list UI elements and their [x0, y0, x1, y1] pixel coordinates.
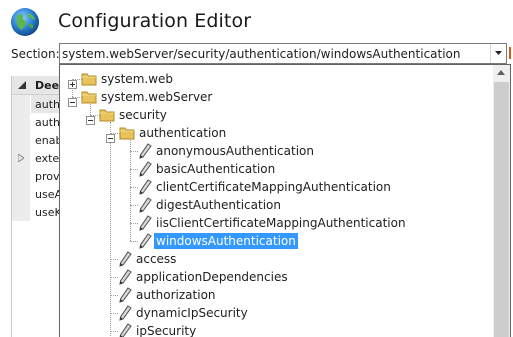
tree-node[interactable]: clientCertificateMappingAuthentication: [60, 178, 490, 196]
tree-connector: [130, 151, 138, 152]
section-label: Section:: [11, 47, 60, 61]
grid-row-label: auth: [35, 98, 60, 111]
grid-row-label: useK: [35, 206, 62, 219]
tree-node[interactable]: windowsAuthentication: [60, 232, 490, 250]
tree-node-label: iisClientCertificateMappingAuthenticatio…: [156, 216, 406, 230]
tree-node-label: authorization: [136, 288, 216, 302]
tree-connector: [110, 331, 118, 332]
tree-node-label: security: [119, 108, 167, 122]
section-dropdown[interactable]: system.web system.webServer security authen…: [59, 64, 511, 337]
tree-node[interactable]: digestAuthentication: [60, 196, 490, 214]
tree-connector: [110, 295, 118, 296]
tree-node-label: basicAuthentication: [156, 162, 276, 176]
tree-node[interactable]: system.web: [60, 70, 490, 89]
tree-node-label: applicationDependencies: [136, 270, 288, 284]
tree-connector: [110, 259, 118, 260]
collapse-triangle-icon[interactable]: [18, 81, 26, 89]
tree-node[interactable]: ipSecurity: [60, 322, 490, 337]
section-pencil-icon: [118, 323, 132, 337]
scroll-up-arrow-icon[interactable]: [493, 65, 510, 82]
tree-node-label: anonymousAuthentication: [156, 144, 314, 158]
tree-connector: [130, 223, 138, 224]
tree-node[interactable]: system.webServer: [60, 88, 490, 107]
tree-node-label: dynamicIpSecurity: [136, 306, 248, 320]
tree-connector: [130, 241, 138, 242]
tree-node[interactable]: dynamicIpSecurity: [60, 304, 490, 322]
tree-node[interactable]: basicAuthentication: [60, 160, 490, 178]
tree-node-label: windowsAuthentication: [153, 232, 299, 250]
grid-row-label: auth: [35, 116, 60, 129]
section-tree: system.web system.webServer security authen…: [60, 65, 493, 337]
tree-node[interactable]: security: [60, 106, 490, 125]
tree-node-label: access: [136, 252, 177, 266]
tree-node-label: digestAuthentication: [156, 198, 281, 212]
tree-connector: [130, 169, 138, 170]
tree-connector: [110, 277, 118, 278]
tree-node[interactable]: authorization: [60, 286, 490, 304]
expand-triangle-icon[interactable]: [18, 154, 24, 162]
tree-connector: [110, 313, 118, 314]
tree-node[interactable]: applicationDependencies: [60, 268, 490, 286]
tree-node-label: clientCertificateMappingAuthentication: [156, 180, 391, 194]
tree-connector: [130, 205, 138, 206]
tree-node[interactable]: iisClientCertificateMappingAuthenticatio…: [60, 214, 490, 232]
tree-connector: [130, 187, 138, 188]
clipped-toolbar-edge: [509, 47, 511, 59]
tree-node-label: system.web: [101, 72, 174, 86]
tree-node-label: system.webServer: [101, 90, 213, 104]
chevron-down-icon[interactable]: [490, 44, 506, 63]
section-value: system.webServer/security/authentication…: [62, 47, 461, 61]
page-title: Configuration Editor: [58, 10, 252, 32]
globe-icon: [10, 7, 40, 37]
grid-header-label: Dee: [35, 79, 60, 92]
section-combobox[interactable]: system.webServer/security/authentication…: [59, 43, 507, 64]
scrollbar[interactable]: [493, 65, 510, 337]
scrollbar-thumb[interactable]: [494, 82, 509, 337]
tree-node-label: ipSecurity: [136, 324, 197, 337]
tree-node[interactable]: authentication: [60, 124, 490, 143]
grid-row-label: prov: [35, 170, 60, 183]
tree-node[interactable]: access: [60, 250, 490, 268]
tree-node[interactable]: anonymousAuthentication: [60, 142, 490, 160]
tree-node-label: authentication: [139, 126, 227, 140]
grid-row-label: useA: [35, 188, 62, 201]
